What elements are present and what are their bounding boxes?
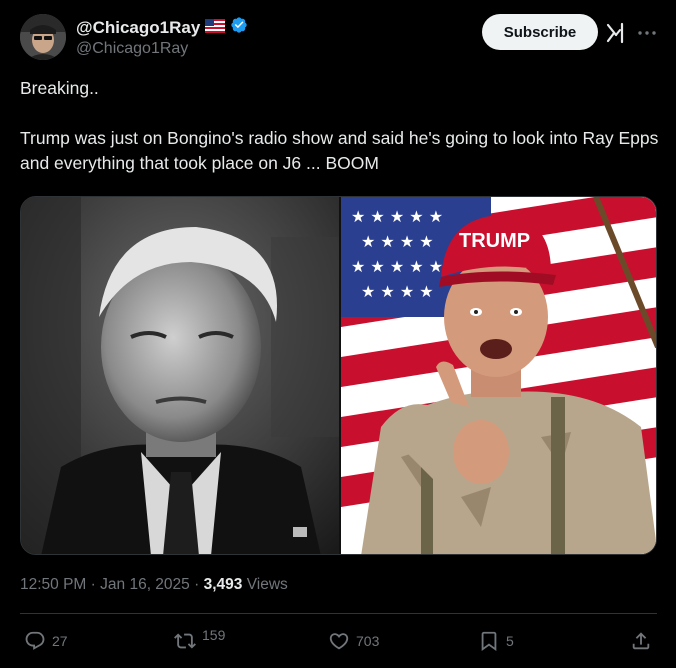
- repost-icon: [174, 633, 196, 649]
- avatar[interactable]: [20, 14, 66, 60]
- post-card: @Chicago1Ray @Chicago1Ray Subscribe Brea…: [0, 0, 676, 668]
- share-button[interactable]: [630, 627, 652, 655]
- black-and-white-portrait-photo[interactable]: [21, 197, 339, 554]
- svg-text:★ ★ ★ ★: ★ ★ ★ ★: [361, 232, 434, 251]
- author-display-name[interactable]: @Chicago1Ray: [76, 16, 248, 39]
- repost-count: 159: [202, 627, 226, 643]
- post-time[interactable]: 12:50 PM: [20, 576, 86, 593]
- cap-text: TRUMP: [459, 230, 530, 252]
- post-text-body: Trump was just on Bongino's radio show a…: [20, 128, 659, 173]
- svg-text:★ ★ ★ ★ ★: ★ ★ ★ ★ ★: [351, 257, 443, 276]
- svg-text:★ ★ ★ ★: ★ ★ ★ ★: [361, 282, 434, 301]
- more-icon[interactable]: [635, 21, 659, 45]
- media-container[interactable]: ★ ★ ★ ★ ★ ★ ★ ★ ★ ★ ★ ★ ★ ★ ★ ★ ★ ★ TRUM…: [20, 196, 657, 555]
- meta-separator: ·: [194, 576, 200, 593]
- divider: [20, 613, 657, 614]
- us-flag-icon: [205, 18, 226, 38]
- bookmark-button[interactable]: 5: [478, 627, 514, 655]
- meta-separator: ·: [90, 576, 96, 593]
- verified-badge-icon[interactable]: [230, 16, 248, 39]
- heart-icon: [329, 633, 349, 650]
- reply-button[interactable]: 27: [24, 627, 68, 655]
- bookmark-count: 5: [506, 633, 514, 649]
- man-in-trump-cap-pointing-photo[interactable]: ★ ★ ★ ★ ★ ★ ★ ★ ★ ★ ★ ★ ★ ★ ★ ★ ★ ★ TRUM…: [341, 197, 656, 554]
- views-label: Views: [246, 576, 288, 593]
- like-count: 703: [356, 633, 380, 649]
- post-text: Breaking.. Trump was just on Bongino's r…: [20, 76, 660, 176]
- svg-text:★ ★ ★ ★ ★: ★ ★ ★ ★ ★: [351, 207, 443, 226]
- post-meta: 12:50 PM · Jan 16, 2025 · 3,493 Views: [20, 576, 288, 594]
- subscribe-button[interactable]: Subscribe: [482, 14, 598, 50]
- author-handle[interactable]: @Chicago1Ray: [76, 40, 188, 58]
- reply-count: 27: [52, 633, 68, 649]
- views-count: 3,493: [203, 576, 243, 593]
- post-text-line-breaking: Breaking..: [20, 78, 99, 98]
- post-date[interactable]: Jan 16, 2025: [100, 576, 190, 593]
- author-name-text[interactable]: @Chicago1Ray: [76, 18, 200, 38]
- share-icon: [632, 632, 650, 650]
- like-button[interactable]: 703: [328, 627, 379, 655]
- repost-button[interactable]: 159: [174, 627, 225, 655]
- grok-icon[interactable]: [604, 21, 628, 45]
- reply-icon: [25, 631, 45, 650]
- bookmark-icon: [481, 631, 497, 652]
